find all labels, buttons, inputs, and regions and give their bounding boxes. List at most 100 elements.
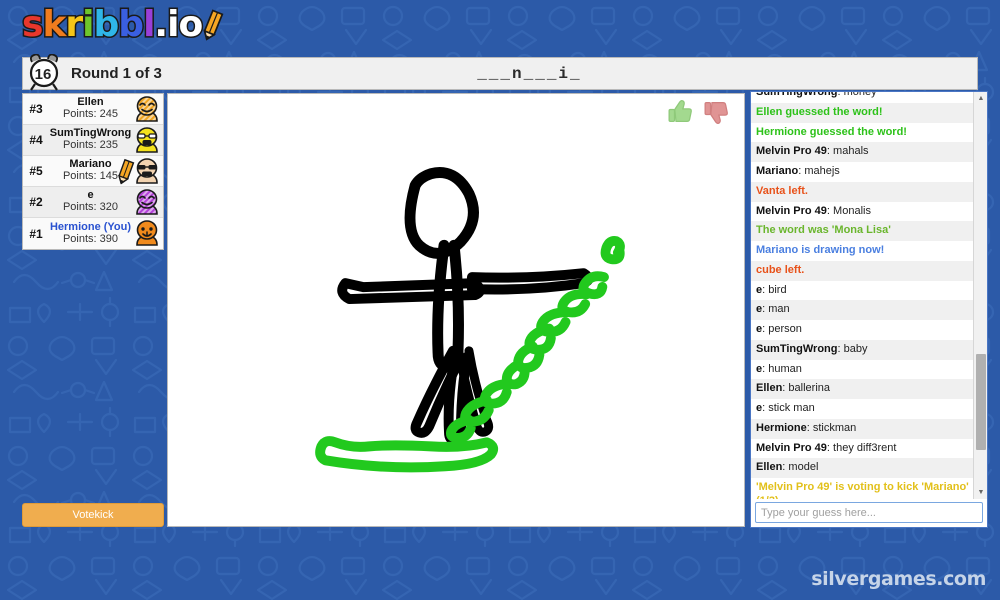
- player-rank: #5: [23, 164, 49, 178]
- avatar: [132, 157, 162, 186]
- chat-message: Ellen guessed the word!: [751, 103, 987, 123]
- avatar: [132, 188, 162, 217]
- drawing-canvas[interactable]: [167, 93, 745, 527]
- logo-letter: b: [118, 3, 143, 47]
- site-watermark: silvergames.com: [811, 568, 986, 590]
- pencil-icon: [199, 6, 226, 43]
- player-points: Points: 320: [49, 202, 132, 214]
- chat-message: Mariano is drawing now!: [751, 241, 987, 261]
- logo-letter: i: [82, 3, 93, 47]
- player-rank: #3: [23, 102, 49, 116]
- chat-message: cube left.: [751, 261, 987, 281]
- chat-message: Ellen: ballerina: [751, 379, 987, 399]
- chat-author: e: [756, 363, 762, 375]
- chat-panel: SumTingWrong: moneyEllen guessed the wor…: [750, 91, 988, 528]
- chat-message: Hermione guessed the word!: [751, 123, 987, 143]
- timer-widget: 16: [23, 57, 65, 90]
- chat-scrollbar[interactable]: ▲ ▼: [973, 92, 987, 499]
- player-row[interactable]: #1Hermione (You)Points: 390: [23, 218, 163, 249]
- logo-letter: k: [42, 3, 65, 47]
- logo-letter: o: [178, 3, 202, 47]
- chat-text: money: [844, 92, 877, 98]
- chat-message: 'Melvin Pro 49' is voting to kick 'Maria…: [751, 478, 987, 499]
- chat-text: ballerina: [788, 382, 830, 394]
- chat-message: Vanta left.: [751, 182, 987, 202]
- logo-letter: i: [167, 3, 178, 47]
- app-logo: s k r i b b l . i o: [22, 2, 220, 48]
- chat-text: mahals: [833, 145, 868, 157]
- logo-letter: l: [143, 3, 154, 47]
- chat-text: person: [768, 323, 802, 335]
- player-row[interactable]: #3EllenPoints: 245: [23, 94, 163, 125]
- chat-author: Mariano: [756, 165, 798, 177]
- player-row[interactable]: #2ePoints: 320: [23, 187, 163, 218]
- logo-letter: s: [22, 3, 42, 47]
- scrollbar-thumb[interactable]: [976, 354, 986, 450]
- thumbs-up-icon[interactable]: [666, 97, 696, 127]
- chat-message: Melvin Pro 49: Monalis: [751, 202, 987, 222]
- player-rank: #2: [23, 195, 49, 209]
- chat-message: Ellen: model: [751, 458, 987, 478]
- player-points: Points: 235: [49, 140, 132, 152]
- player-info: SumTingWrongPoints: 235: [49, 128, 132, 151]
- votekick-button[interactable]: Votekick: [22, 503, 164, 527]
- player-rank: #4: [23, 133, 49, 147]
- chat-author: e: [756, 323, 762, 335]
- game-topbar: 16 Round 1 of 3 ___n___i_: [22, 57, 978, 90]
- player-name: Hermione (You): [49, 222, 132, 234]
- chat-message: e: man: [751, 300, 987, 320]
- logo-letter: b: [94, 3, 119, 47]
- player-list: #3EllenPoints: 245 #4SumTingWrongPoints:…: [22, 93, 164, 250]
- player-rank: #1: [23, 227, 49, 241]
- chat-author: e: [756, 402, 762, 414]
- avatar: [132, 95, 162, 124]
- chat-text: stickman: [813, 422, 856, 434]
- player-info: Hermione (You)Points: 390: [49, 222, 132, 245]
- chat-message: e: stick man: [751, 399, 987, 419]
- chat-text: man: [768, 303, 789, 315]
- chat-message: Melvin Pro 49: they diff3rent: [751, 439, 987, 459]
- chat-author: Hermione: [756, 422, 807, 434]
- chat-text: human: [768, 363, 802, 375]
- vote-icon-group: [666, 97, 732, 127]
- chat-text: stick man: [768, 402, 814, 414]
- player-info: ePoints: 320: [49, 190, 132, 213]
- player-points: Points: 245: [49, 109, 132, 121]
- chat-message: Melvin Pro 49: mahals: [751, 142, 987, 162]
- chat-message: The word was 'Mona Lisa': [751, 221, 987, 241]
- player-points: Points: 390: [49, 234, 132, 246]
- chat-text: mahejs: [804, 165, 839, 177]
- word-hint: ___n___i_: [162, 65, 977, 83]
- chat-text: they diff3rent: [833, 442, 896, 454]
- player-info: EllenPoints: 245: [49, 97, 132, 120]
- chat-message: Hermione: stickman: [751, 419, 987, 439]
- chat-message: e: bird: [751, 281, 987, 301]
- logo-letter: .: [154, 3, 167, 47]
- avatar: [132, 126, 162, 155]
- chat-author: Ellen: [756, 382, 782, 394]
- chat-log: SumTingWrong: moneyEllen guessed the wor…: [751, 92, 987, 499]
- thumbs-down-icon[interactable]: [702, 97, 732, 127]
- chat-author: Melvin Pro 49: [756, 205, 827, 217]
- timer-value: 16: [35, 66, 52, 83]
- chat-author: SumTingWrong: [756, 92, 837, 98]
- chat-message: SumTingWrong: baby: [751, 340, 987, 360]
- logo-letter: r: [65, 3, 82, 47]
- chat-author: Melvin Pro 49: [756, 442, 827, 454]
- chat-text: model: [788, 461, 818, 473]
- round-label: Round 1 of 3: [71, 65, 162, 82]
- chat-author: e: [756, 303, 762, 315]
- chevron-up-icon[interactable]: ▲: [974, 92, 987, 105]
- chevron-down-icon[interactable]: ▼: [974, 486, 987, 499]
- canvas-drawing: [168, 94, 744, 526]
- chat-input-container: [751, 499, 987, 527]
- chat-message: Mariano: mahejs: [751, 162, 987, 182]
- chat-message: e: person: [751, 320, 987, 340]
- chat-author: Ellen: [756, 461, 782, 473]
- guess-input[interactable]: [755, 502, 983, 523]
- player-row[interactable]: #4SumTingWrongPoints: 235: [23, 125, 163, 156]
- player-row[interactable]: #5MarianoPoints: 145: [23, 156, 163, 187]
- chat-text: bird: [768, 284, 786, 296]
- avatar: [132, 219, 162, 248]
- chat-text: Monalis: [833, 205, 871, 217]
